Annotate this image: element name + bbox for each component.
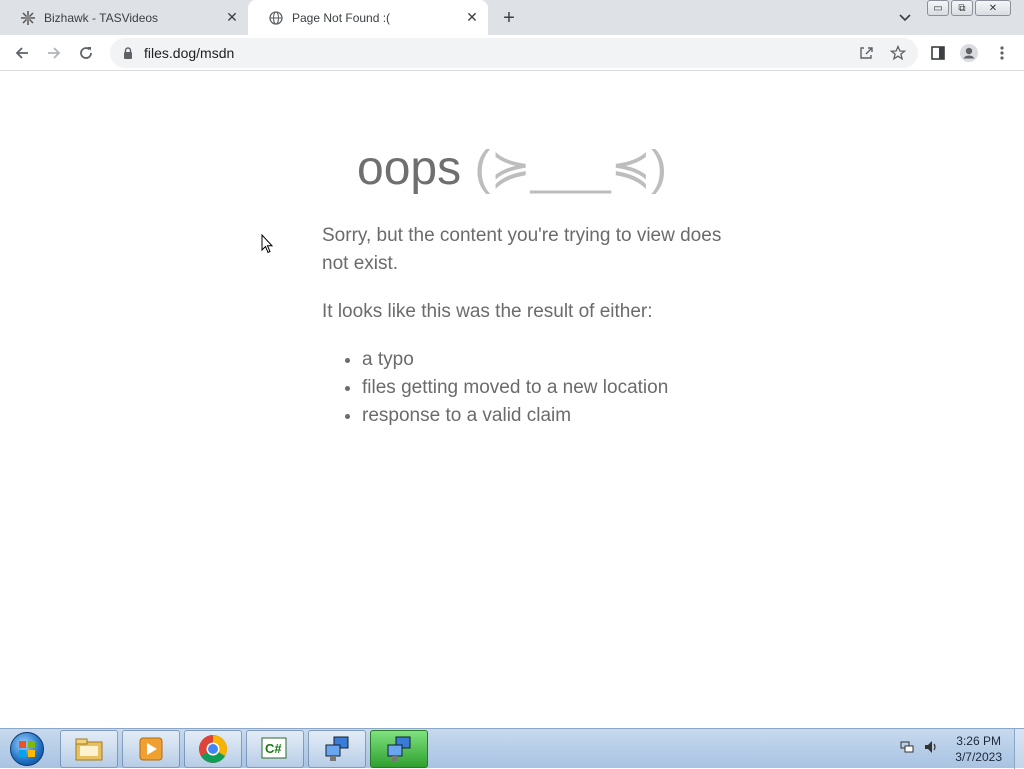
list-item: files getting moved to a new location [362,374,742,402]
tasvideos-icon [20,10,36,26]
reload-icon[interactable] [74,41,98,65]
show-desktop-button[interactable] [1014,729,1024,769]
more-menu-icon[interactable] [990,41,1014,65]
sad-face-emoticon: (≽___≼) [474,142,667,195]
minimize-button[interactable]: ▭ [927,0,949,16]
page-heading: oops (≽___≼) [0,140,1024,196]
csharp-editor-icon[interactable]: C# [246,730,304,768]
url-text: files.dog/msdn [144,45,235,61]
lock-icon[interactable] [122,46,134,60]
close-icon[interactable]: ✕ [462,8,482,28]
reason-list: a typo files getting moved to a new loca… [322,346,742,430]
globe-icon [268,10,284,26]
restore-button[interactable]: ⧉ [951,0,973,16]
browser-toolbar: files.dog/msdn [0,35,1024,71]
network-app-icon[interactable] [308,730,366,768]
chrome-icon[interactable] [184,730,242,768]
clock[interactable]: 3:26 PM 3/7/2023 [955,733,1002,765]
cause-intro: It looks like this was the result of eit… [322,301,653,322]
windows-logo-icon [10,732,44,766]
page-content: oops (≽___≼) Sorry, but the content you'… [0,72,1024,728]
chevron-down-icon[interactable] [895,8,915,28]
tab-bizhawk[interactable]: Bizhawk - TASVideos ✕ [0,0,248,35]
start-button[interactable] [4,730,50,768]
tab-strip: Bizhawk - TASVideos ✕ Page Not Found :( … [0,0,1024,35]
back-arrow-icon[interactable] [10,41,34,65]
oops-text: oops [357,142,462,195]
side-panel-icon[interactable] [926,41,950,65]
list-item: a typo [362,346,742,374]
close-icon[interactable]: ✕ [222,8,242,28]
bookmark-star-icon[interactable] [886,41,910,65]
clock-date: 3/7/2023 [955,750,1002,764]
file-explorer-icon[interactable] [60,730,118,768]
close-window-button[interactable]: ✕ [975,0,1011,16]
address-bar[interactable]: files.dog/msdn [110,38,918,68]
clock-time: 3:26 PM [956,734,1001,748]
forward-arrow-icon[interactable] [42,41,66,65]
profile-avatar-icon[interactable] [957,41,981,65]
network-app-active-icon[interactable] [370,730,428,768]
tab-page-not-found[interactable]: Page Not Found :( ✕ [248,0,488,35]
error-message: Sorry, but the content you're trying to … [322,225,722,274]
tab-title: Page Not Found :( [292,10,391,25]
window-controls: ▭ ⧉ ✕ [927,0,1011,18]
network-icon[interactable] [899,739,915,760]
share-icon[interactable] [854,41,878,65]
volume-icon[interactable] [923,739,939,760]
new-tab-button[interactable]: + [498,7,520,29]
media-player-icon[interactable] [122,730,180,768]
tab-title: Bizhawk - TASVideos [44,10,159,25]
taskbar: C# 3:26 PM 3/7/2023 [0,728,1024,769]
list-item: response to a valid claim [362,402,742,430]
system-tray: 3:26 PM 3/7/2023 [899,729,1024,769]
mouse-cursor-icon [261,233,274,259]
svg-text:C#: C# [265,741,282,756]
